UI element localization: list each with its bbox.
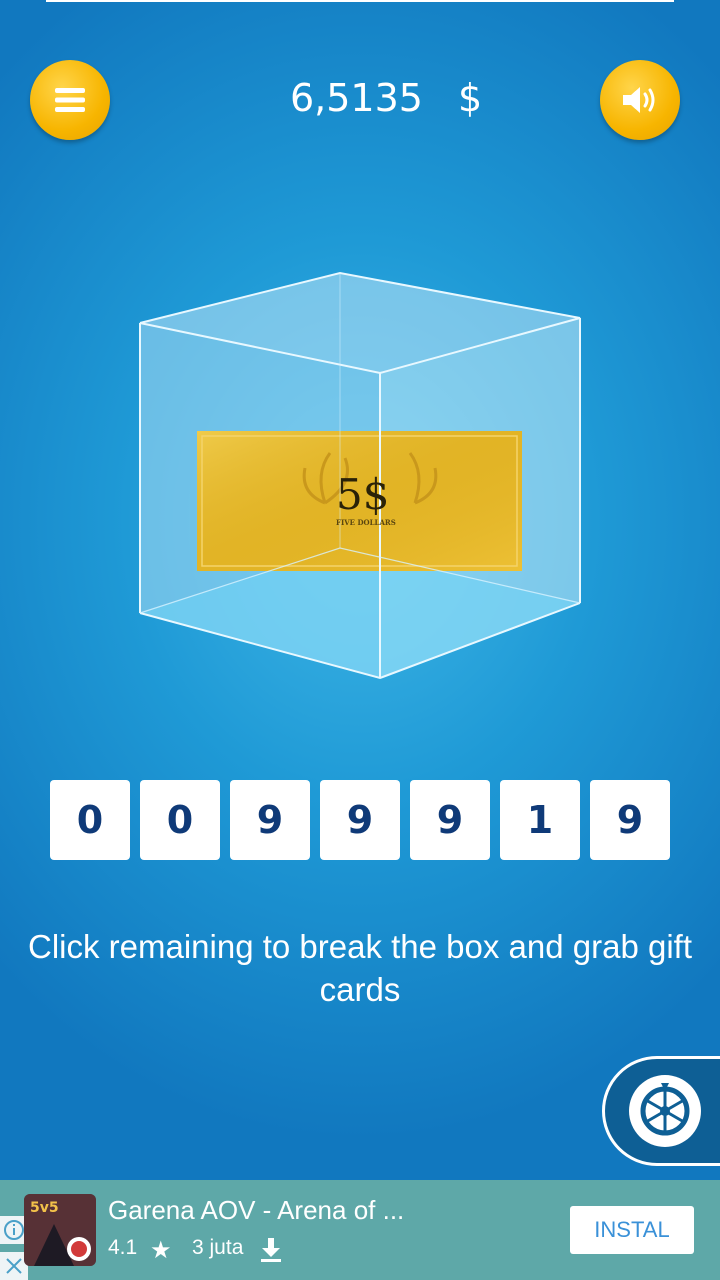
sound-button[interactable] [600, 60, 680, 140]
ad-rating: 4.1 [108, 1236, 138, 1259]
ad-banner[interactable]: 5v5 Garena AOV - Arena of ... 4.1 ★ 3 ju… [0, 1180, 720, 1280]
download-icon [260, 1238, 282, 1266]
hamburger-menu-icon [55, 88, 85, 112]
counter-digit: 0 [50, 780, 130, 860]
lucky-wheel-button[interactable] [602, 1056, 720, 1166]
info-icon [4, 1220, 24, 1240]
install-button[interactable]: INSTAL [570, 1206, 694, 1254]
speaker-icon [623, 87, 655, 113]
ad-app-title[interactable]: Garena AOV - Arena of ... [108, 1195, 404, 1226]
balance-display: 6,5135 $ [200, 76, 520, 126]
counter-digit: 0 [140, 780, 220, 860]
menu-button[interactable] [30, 60, 110, 140]
counter-digit: 9 [230, 780, 310, 860]
ad-app-icon[interactable]: 5v5 [24, 1194, 96, 1266]
counter-digit: 9 [410, 780, 490, 860]
banknote-value: 5$ [336, 470, 390, 519]
lucky-wheel-icon [640, 1083, 690, 1136]
counter-digit: 9 [590, 780, 670, 860]
close-icon [6, 1258, 22, 1274]
star-icon: ★ [150, 1236, 172, 1264]
counter-digit: 9 [320, 780, 400, 860]
banknote-caption: FIVE DOLLARS [336, 518, 396, 527]
ad-icon-text: 5v5 [30, 1200, 59, 1216]
balance-amount: 6,5135 [290, 76, 423, 120]
top-divider [46, 0, 674, 2]
balance-currency: $ [458, 76, 483, 120]
counter-digit: 1 [500, 780, 580, 860]
ad-downloads: 3 juta [192, 1236, 244, 1259]
remaining-clicks-counter: 0 0 9 9 9 1 9 [50, 780, 670, 860]
instruction-text: Click remaining to break the box and gra… [27, 928, 693, 1008]
